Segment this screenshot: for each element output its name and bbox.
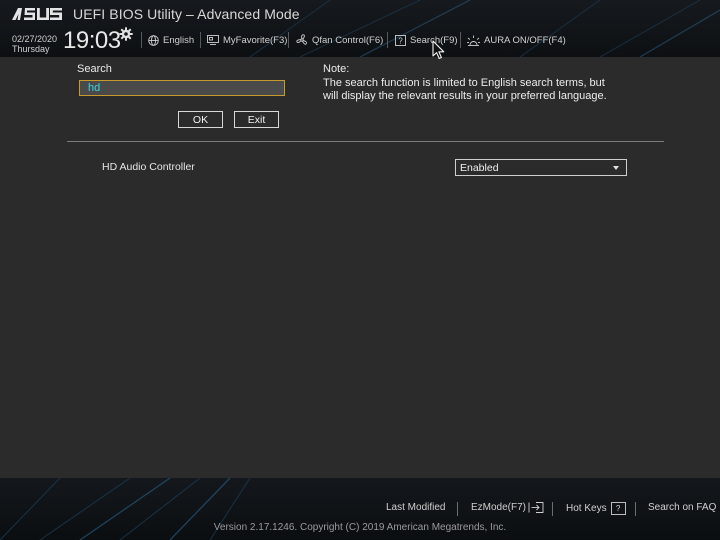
ezmode-label: EzMode(F7) (471, 502, 527, 513)
aura-icon (467, 35, 480, 46)
dropdown-selected-value: Enabled (460, 161, 499, 174)
question-icon: ? (610, 502, 626, 515)
search-input[interactable] (79, 80, 285, 96)
hot-keys-label: Hot Keys (566, 503, 607, 514)
footer-bar: Last Modified EzMode(F7) Hot Keys ? Sear… (0, 478, 720, 540)
myfavorite-button[interactable]: MyFavorite(F3) (207, 33, 287, 47)
last-modified-button[interactable]: Last Modified (386, 502, 445, 513)
note-line: will display the relevant results in you… (323, 90, 607, 102)
asus-logo (12, 8, 62, 20)
search-note: Note: The search function is limited to … (323, 63, 653, 104)
question-icon: ? (395, 34, 406, 46)
search-label: Search (77, 63, 112, 75)
header-separator (460, 32, 461, 48)
header-separator (200, 32, 201, 48)
setting-label-hd-audio[interactable]: HD Audio Controller (102, 161, 195, 173)
app-title: UEFI BIOS Utility – Advanced Mode (73, 6, 300, 22)
caret-down-icon (613, 165, 619, 170)
aura-toggle-button[interactable]: AURA ON/OFF(F4) (467, 33, 566, 47)
search-button[interactable]: ? Search(F9) (395, 33, 458, 47)
header-bar: UEFI BIOS Utility – Advanced Mode 02/27/… (0, 0, 720, 57)
fan-icon (296, 34, 307, 45)
mouse-pointer-icon (432, 40, 445, 60)
globe-icon (148, 34, 159, 46)
copyright-text: Version 2.17.1246. Copyright (C) 2019 Am… (213, 522, 507, 533)
hd-audio-controller-dropdown[interactable]: Enabled (455, 159, 627, 176)
footer-separator (552, 502, 553, 516)
search-on-faq-button[interactable]: Search on FAQ (648, 502, 716, 513)
qfan-control-button[interactable]: Qfan Control(F6) (296, 33, 383, 47)
weekday-display: Thursday (12, 44, 50, 54)
header-separator (387, 32, 388, 48)
exit-arrow-icon (528, 502, 544, 513)
clock-display[interactable]: 19:03 (63, 28, 121, 54)
header-separator (141, 32, 142, 48)
ezmode-button[interactable]: EzMode(F7) (471, 502, 544, 513)
svg-text:?: ? (398, 36, 403, 45)
note-line: The search function is limited to Englis… (323, 76, 605, 89)
exit-button[interactable]: Exit (234, 111, 279, 128)
hot-keys-button[interactable]: Hot Keys ? (566, 502, 626, 515)
myfavorite-label: MyFavorite(F3) (223, 34, 288, 46)
language-button[interactable]: English (148, 33, 194, 47)
note-title: Note: (323, 63, 350, 75)
qfan-control-label: Qfan Control(F6) (312, 34, 384, 46)
language-label: English (163, 34, 195, 46)
search-on-faq-label: Search on FAQ (648, 502, 717, 513)
monitor-icon (207, 35, 219, 45)
footer-separator (457, 502, 458, 516)
last-modified-label: Last Modified (386, 502, 446, 513)
date-display: 02/27/2020 (12, 34, 58, 44)
aura-toggle-label: AURA ON/OFF(F4) (484, 34, 566, 46)
gear-icon[interactable] (119, 27, 133, 41)
footer-separator (635, 502, 636, 516)
content-divider (67, 141, 664, 142)
ok-button[interactable]: OK (178, 111, 223, 128)
header-separator (288, 32, 289, 48)
